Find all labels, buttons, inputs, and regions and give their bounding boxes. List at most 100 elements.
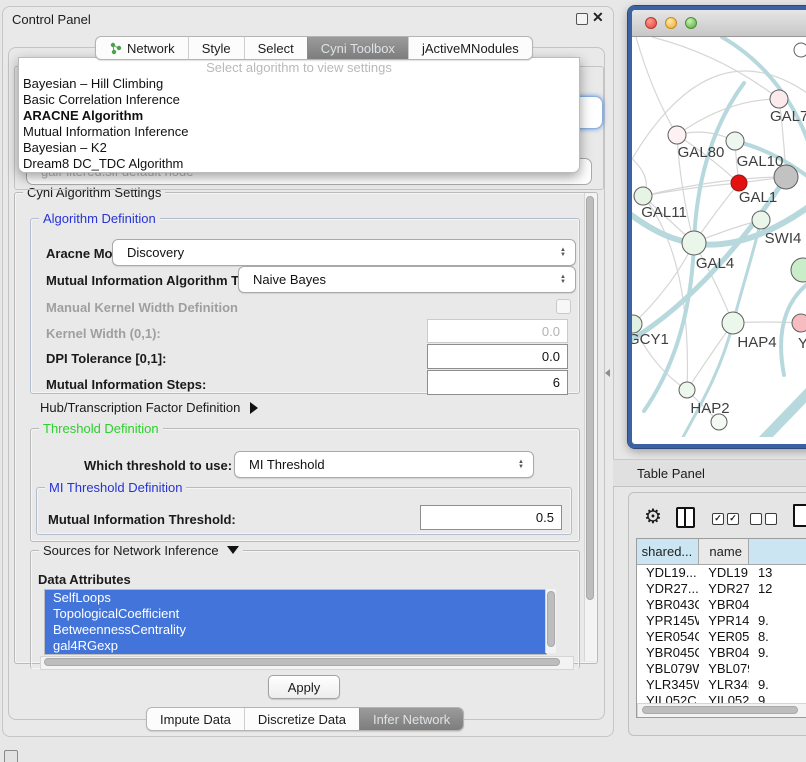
network-edge[interactable] — [687, 323, 733, 390]
attributes-hscrollbar[interactable] — [40, 656, 574, 670]
settings-scrollbar[interactable] — [584, 193, 596, 661]
network-window-titlebar[interactable] — [632, 10, 806, 37]
columns-icon[interactable] — [676, 507, 695, 528]
network-node-hap4[interactable] — [722, 312, 744, 334]
table-cell[interactable]: 9. — [749, 613, 806, 629]
table-hscrollbar-thumb[interactable] — [642, 706, 798, 714]
table-cell[interactable]: YDL19... — [699, 565, 749, 581]
table-row[interactable]: YBR045CYBR045C9. — [637, 645, 806, 661]
table-row[interactable]: YIL052CYIL052C9. — [637, 693, 806, 703]
settings-scrollbar-thumb[interactable] — [586, 196, 594, 600]
table-hscrollbar[interactable] — [637, 703, 806, 718]
table-cell[interactable]: YBR043C — [637, 597, 699, 613]
network-node-gal11[interactable] — [634, 187, 652, 205]
clear-all-checkbox-icon[interactable] — [750, 513, 762, 525]
hub-definition-toggle[interactable]: Hub/Transcription Factor Definition — [40, 400, 258, 415]
table-cell[interactable] — [749, 661, 806, 677]
select-all-checkbox-icon[interactable]: ✓ — [727, 513, 739, 525]
table-cell[interactable]: 8. — [749, 629, 806, 645]
column-header[interactable]: name — [699, 539, 749, 565]
algorithm-option[interactable]: Basic Correlation Inference — [19, 92, 579, 108]
close-icon[interactable]: ✕ — [592, 9, 604, 26]
network-node-swi4[interactable] — [752, 211, 770, 229]
network-node-gal80[interactable] — [668, 126, 686, 144]
network-edge[interactable] — [636, 37, 677, 135]
table-cell[interactable]: YBR045C — [637, 645, 699, 661]
float-window-icon[interactable] — [576, 13, 588, 25]
tab-discretize-data[interactable]: Discretize Data — [244, 708, 359, 730]
attributes-vscrollbar-thumb[interactable] — [547, 591, 555, 647]
minimize-traffic-light-icon[interactable] — [665, 17, 677, 29]
dpi-tolerance-input[interactable]: 0.0 — [427, 344, 568, 369]
table-cell[interactable]: YBL079W — [637, 661, 699, 677]
table-cell[interactable]: YBR045C — [699, 645, 749, 661]
network-node[interactable] — [791, 258, 806, 282]
data-attribute-item[interactable]: SelfLoops — [45, 590, 546, 606]
table-cell[interactable]: YER054C — [699, 629, 749, 645]
tab-select[interactable]: Select — [244, 37, 307, 59]
network-edge[interactable] — [722, 37, 806, 147]
table-row[interactable]: YPR145WYPR145W9. — [637, 613, 806, 629]
table-cell[interactable]: YDR27... — [637, 581, 699, 597]
table-cell[interactable]: YIL052C — [637, 693, 699, 703]
algorithm-option[interactable]: Bayesian – K2 — [19, 140, 579, 156]
mi-steps-input[interactable]: 6 — [427, 370, 568, 395]
tab-jactivemnodules[interactable]: jActiveMNodules — [408, 37, 532, 59]
table-cell[interactable]: YDR27... — [699, 581, 749, 597]
algorithm-option[interactable]: Bayesian – Hill Climbing — [19, 76, 579, 92]
sources-toggle[interactable]: Sources for Network Inference — [39, 543, 243, 558]
which-threshold-combo[interactable]: MI Threshold ▲▼ — [234, 451, 534, 478]
table-cell[interactable]: 12 — [749, 581, 806, 597]
table-cell[interactable] — [749, 597, 806, 613]
tab-impute-data[interactable]: Impute Data — [147, 708, 244, 730]
tab-network[interactable]: Network — [96, 37, 188, 59]
table-cell[interactable]: YER054C — [637, 629, 699, 645]
gear-icon[interactable]: ⚙ — [644, 504, 662, 529]
network-node[interactable] — [711, 414, 727, 430]
table-row[interactable]: YDL19...YDL19...13 — [637, 565, 806, 581]
network-node[interactable] — [794, 43, 806, 57]
splitter-collapse-icon[interactable] — [605, 369, 610, 377]
table-row[interactable]: YBR043CYBR043C — [637, 597, 806, 613]
table-cell[interactable]: 13 — [749, 565, 806, 581]
network-node-gal7[interactable] — [770, 90, 788, 108]
algorithm-option[interactable]: Mutual Information Inference — [19, 124, 579, 140]
network-node-gal4[interactable] — [682, 231, 706, 255]
table-cell[interactable]: YPR145W — [699, 613, 749, 629]
apply-button[interactable]: Apply — [268, 675, 340, 699]
network-node-y[interactable] — [792, 314, 806, 332]
table-cell[interactable]: YIL052C — [699, 693, 749, 703]
table-cell[interactable]: YBL079W — [699, 661, 749, 677]
table-cell[interactable]: 9. — [749, 677, 806, 693]
network-node[interactable] — [774, 165, 798, 189]
table-row[interactable]: YBL079WYBL079W — [637, 661, 806, 677]
mi-algorithm-type-combo[interactable]: Naive Bayes ▲▼ — [238, 266, 576, 293]
column-header[interactable] — [749, 539, 806, 565]
aracne-mode-combo[interactable]: Discovery ▲▼ — [112, 239, 576, 266]
select-all-checkbox-icon[interactable]: ✓ — [712, 513, 724, 525]
table-cell[interactable]: 9. — [749, 693, 806, 703]
table-cell[interactable]: YLR345W — [637, 677, 699, 693]
table-row[interactable]: YLR345WYLR345W9. — [637, 677, 806, 693]
network-view-window[interactable]: GAL7GAL80GAL10GAL1GAL11SWI4GAL4GCY1HAP4Y… — [628, 6, 806, 448]
tab-infer-network[interactable]: Infer Network — [359, 708, 463, 730]
manual-kernel-width-checkbox[interactable] — [556, 299, 571, 314]
table-cell[interactable]: YBR043C — [699, 597, 749, 613]
kernel-width-input[interactable]: 0.0 — [427, 319, 568, 343]
algorithm-option[interactable]: ARACNE Algorithm — [19, 108, 579, 124]
table-cell[interactable]: 9. — [749, 645, 806, 661]
network-edge[interactable] — [762, 385, 806, 437]
data-attribute-item[interactable]: gal4RGexp — [45, 638, 546, 654]
tab-style[interactable]: Style — [188, 37, 244, 59]
table-cell[interactable]: YLR345W — [699, 677, 749, 693]
attributes-hscrollbar-thumb[interactable] — [44, 658, 560, 666]
network-node-hap2[interactable] — [679, 382, 695, 398]
data-attributes-list[interactable]: SelfLoopsTopologicalCoefficientBetweenne… — [44, 589, 547, 655]
clear-all-checkbox-icon[interactable] — [765, 513, 777, 525]
network-edge[interactable] — [643, 183, 739, 196]
attributes-vscrollbar[interactable] — [545, 589, 556, 653]
data-attribute-item[interactable]: BetweennessCentrality — [45, 622, 546, 638]
network-node-gal10[interactable] — [726, 132, 744, 150]
mi-threshold-input[interactable]: 0.5 — [420, 505, 562, 530]
data-attribute-item[interactable]: TopologicalCoefficient — [45, 606, 546, 622]
